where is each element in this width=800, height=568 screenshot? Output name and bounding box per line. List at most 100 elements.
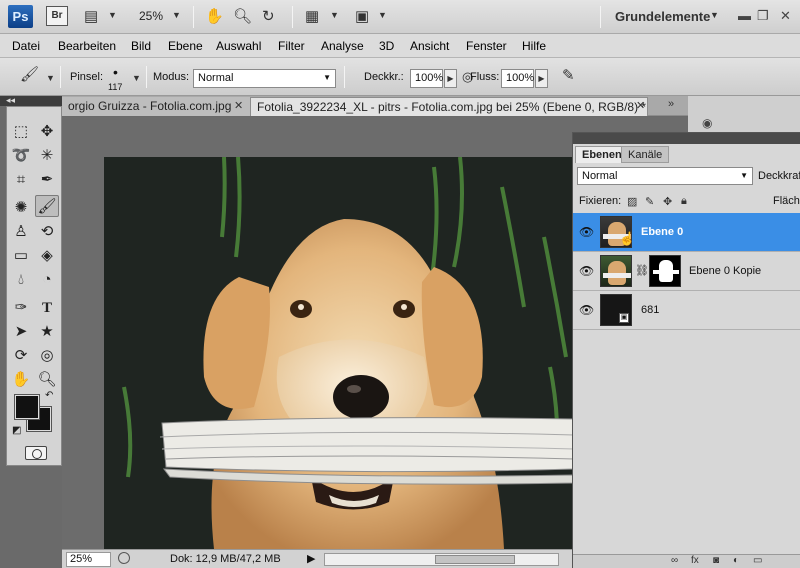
paint-bucket-icon[interactable]: ◈	[35, 245, 59, 267]
add-mask-icon[interactable]: ◙	[713, 555, 719, 566]
clone-stamp-icon[interactable]: ♙	[9, 221, 33, 243]
crop-tool-icon[interactable]: ⌗	[9, 169, 33, 191]
chevron-down-icon[interactable]: ▼	[378, 10, 387, 20]
layer-row[interactable]: 👁︎ ▣ 681	[573, 291, 800, 330]
eraser-tool-icon[interactable]: ▭	[9, 245, 33, 267]
history-brush-icon[interactable]: ⟲	[35, 221, 59, 243]
horizontal-scrollbar[interactable]	[324, 553, 559, 566]
eyedropper-icon[interactable]: ✒	[35, 169, 59, 191]
chain-link-icon[interactable]: ⛓	[635, 264, 649, 277]
blend-mode-select[interactable]: Normal ▼	[577, 167, 753, 185]
bridge-button[interactable]: Br	[46, 6, 68, 26]
flow-input[interactable]: 100%	[501, 69, 534, 88]
visibility-eye-icon[interactable]: 👁︎	[579, 225, 594, 239]
custom-shape-icon[interactable]: ★	[35, 321, 59, 343]
document-canvas[interactable]	[104, 157, 574, 549]
3d-orbit-icon[interactable]: ◎	[35, 345, 59, 367]
screen-mode-icon[interactable]: ▣	[355, 7, 369, 27]
workspace-switcher[interactable]: Grundelemente	[615, 9, 710, 24]
lock-pixels-icon[interactable]: ✎	[645, 195, 654, 208]
chevron-down-icon[interactable]: ▼	[46, 73, 55, 83]
flow-slider-arrow[interactable]: ▶	[535, 69, 548, 88]
foreground-color-swatch[interactable]	[14, 394, 40, 420]
move-tool-icon[interactable]: ✥	[35, 121, 59, 143]
hand-tool-icon[interactable]: ✋	[205, 7, 224, 27]
layer-mask-thumbnail[interactable]	[649, 255, 681, 287]
rotate-view-icon[interactable]: ↻	[262, 7, 275, 27]
status-menu-arrow-icon[interactable]: ▶	[307, 552, 315, 565]
chevron-down-icon: ▼	[323, 73, 331, 82]
hand-tool-icon[interactable]: ✋	[9, 369, 33, 391]
opacity-slider-arrow[interactable]: ▶	[444, 69, 457, 88]
menu-auswahl[interactable]: Auswahl	[216, 39, 261, 53]
visibility-eye-icon[interactable]: 👁︎	[579, 303, 594, 317]
3d-rotate-icon[interactable]: ⟳	[9, 345, 33, 367]
tab-channels[interactable]: Kanäle	[621, 146, 670, 163]
brush-preset-icon[interactable]: 🖌︎	[20, 65, 39, 85]
zoom-tool-icon[interactable]: 🔍︎	[233, 7, 252, 27]
status-info-icon[interactable]	[118, 552, 130, 564]
link-layers-icon[interactable]: ∞	[671, 555, 678, 566]
zoom-level[interactable]: 25%	[139, 9, 163, 23]
status-zoom-field[interactable]: 25%	[66, 552, 111, 567]
panel-header[interactable]	[573, 133, 800, 144]
default-colors-icon[interactable]: ◩	[12, 425, 21, 436]
panel-icon[interactable]: ◉	[702, 116, 712, 130]
healing-brush-icon[interactable]: ✺	[9, 197, 33, 219]
lock-transparency-icon[interactable]: ▨	[627, 195, 637, 208]
lock-all-icon[interactable]: 🔒︎	[681, 195, 687, 208]
menu-analyse[interactable]: Analyse	[321, 39, 364, 53]
close-icon[interactable]: ✕	[234, 99, 243, 112]
menu-fenster[interactable]: Fenster	[466, 39, 507, 53]
chevron-down-icon[interactable]: ▼	[132, 73, 141, 83]
brush-tip-icon[interactable]: •	[113, 64, 118, 80]
layer-row[interactable]: 👁︎ ⛓ Ebene 0 Kopie	[573, 252, 800, 291]
arrange-documents-icon[interactable]: ▦	[305, 7, 319, 27]
collapse-icon[interactable]: ◂◂	[6, 95, 15, 106]
visibility-eye-icon[interactable]: 👁︎	[579, 264, 594, 278]
brush-tool-icon[interactable]: 🖌︎	[35, 195, 59, 217]
scroll-thumb[interactable]	[435, 555, 515, 564]
menu-3d[interactable]: 3D	[379, 39, 394, 53]
blur-tool-icon[interactable]: 💧︎	[9, 269, 33, 291]
chevron-down-icon[interactable]: ▼	[330, 10, 339, 20]
film-strip-icon[interactable]: ▤	[84, 7, 98, 27]
zoom-tool-icon[interactable]: 🔍︎	[35, 369, 59, 391]
more-tabs-icon[interactable]: »	[668, 98, 674, 110]
marquee-tool-icon[interactable]: ⬚	[9, 121, 33, 143]
chevron-down-icon[interactable]: ▼	[710, 10, 719, 20]
new-group-icon[interactable]: ▭	[753, 555, 762, 566]
quick-mask-button[interactable]	[25, 446, 47, 460]
type-tool-icon[interactable]: T	[35, 297, 59, 319]
lasso-tool-icon[interactable]: ➰	[9, 145, 33, 167]
menu-hilfe[interactable]: Hilfe	[522, 39, 546, 53]
restore-icon[interactable]: ❐	[757, 8, 769, 24]
chevron-down-icon[interactable]: ▼	[108, 10, 117, 20]
menu-ebene[interactable]: Ebene	[168, 39, 203, 53]
pen-tool-icon[interactable]: ✑	[9, 297, 33, 319]
swap-colors-icon[interactable]: ↶	[45, 390, 53, 401]
airbrush-icon[interactable]: ✎	[562, 66, 575, 86]
menu-datei[interactable]: Datei	[12, 39, 40, 53]
magic-wand-icon[interactable]: ✳	[35, 145, 59, 167]
minimize-icon[interactable]: ▬	[738, 8, 751, 23]
lock-position-icon[interactable]: ✥	[663, 195, 672, 208]
dodge-tool-icon[interactable]: ◔	[35, 269, 59, 291]
chevron-down-icon[interactable]: ▼	[172, 10, 181, 20]
layer-style-icon[interactable]: fx	[691, 555, 699, 566]
adjustment-layer-icon[interactable]: ◐	[733, 555, 739, 566]
layer-row[interactable]: 👁︎ ☝ Ebene 0	[573, 213, 800, 252]
close-icon[interactable]: ✕	[636, 99, 645, 112]
menu-filter[interactable]: Filter	[278, 39, 305, 53]
menu-ansicht[interactable]: Ansicht	[410, 39, 449, 53]
tab-document-1[interactable]: orgio Gruizza - Fotolia.com.jpg	[62, 97, 250, 116]
menu-bild[interactable]: Bild	[131, 39, 151, 53]
brush-size[interactable]: 117	[108, 82, 122, 92]
toolbox-header[interactable]: ◂◂	[0, 95, 62, 106]
opacity-input[interactable]: 100%	[410, 69, 443, 88]
path-selection-icon[interactable]: ➤	[9, 321, 33, 343]
mode-select[interactable]: Normal ▼	[193, 69, 336, 88]
menu-bearbeiten[interactable]: Bearbeiten	[58, 39, 116, 53]
close-icon[interactable]: ✕	[780, 8, 791, 24]
tab-document-2[interactable]: Fotolia_3922234_XL - pitrs - Fotolia.com…	[250, 97, 648, 116]
